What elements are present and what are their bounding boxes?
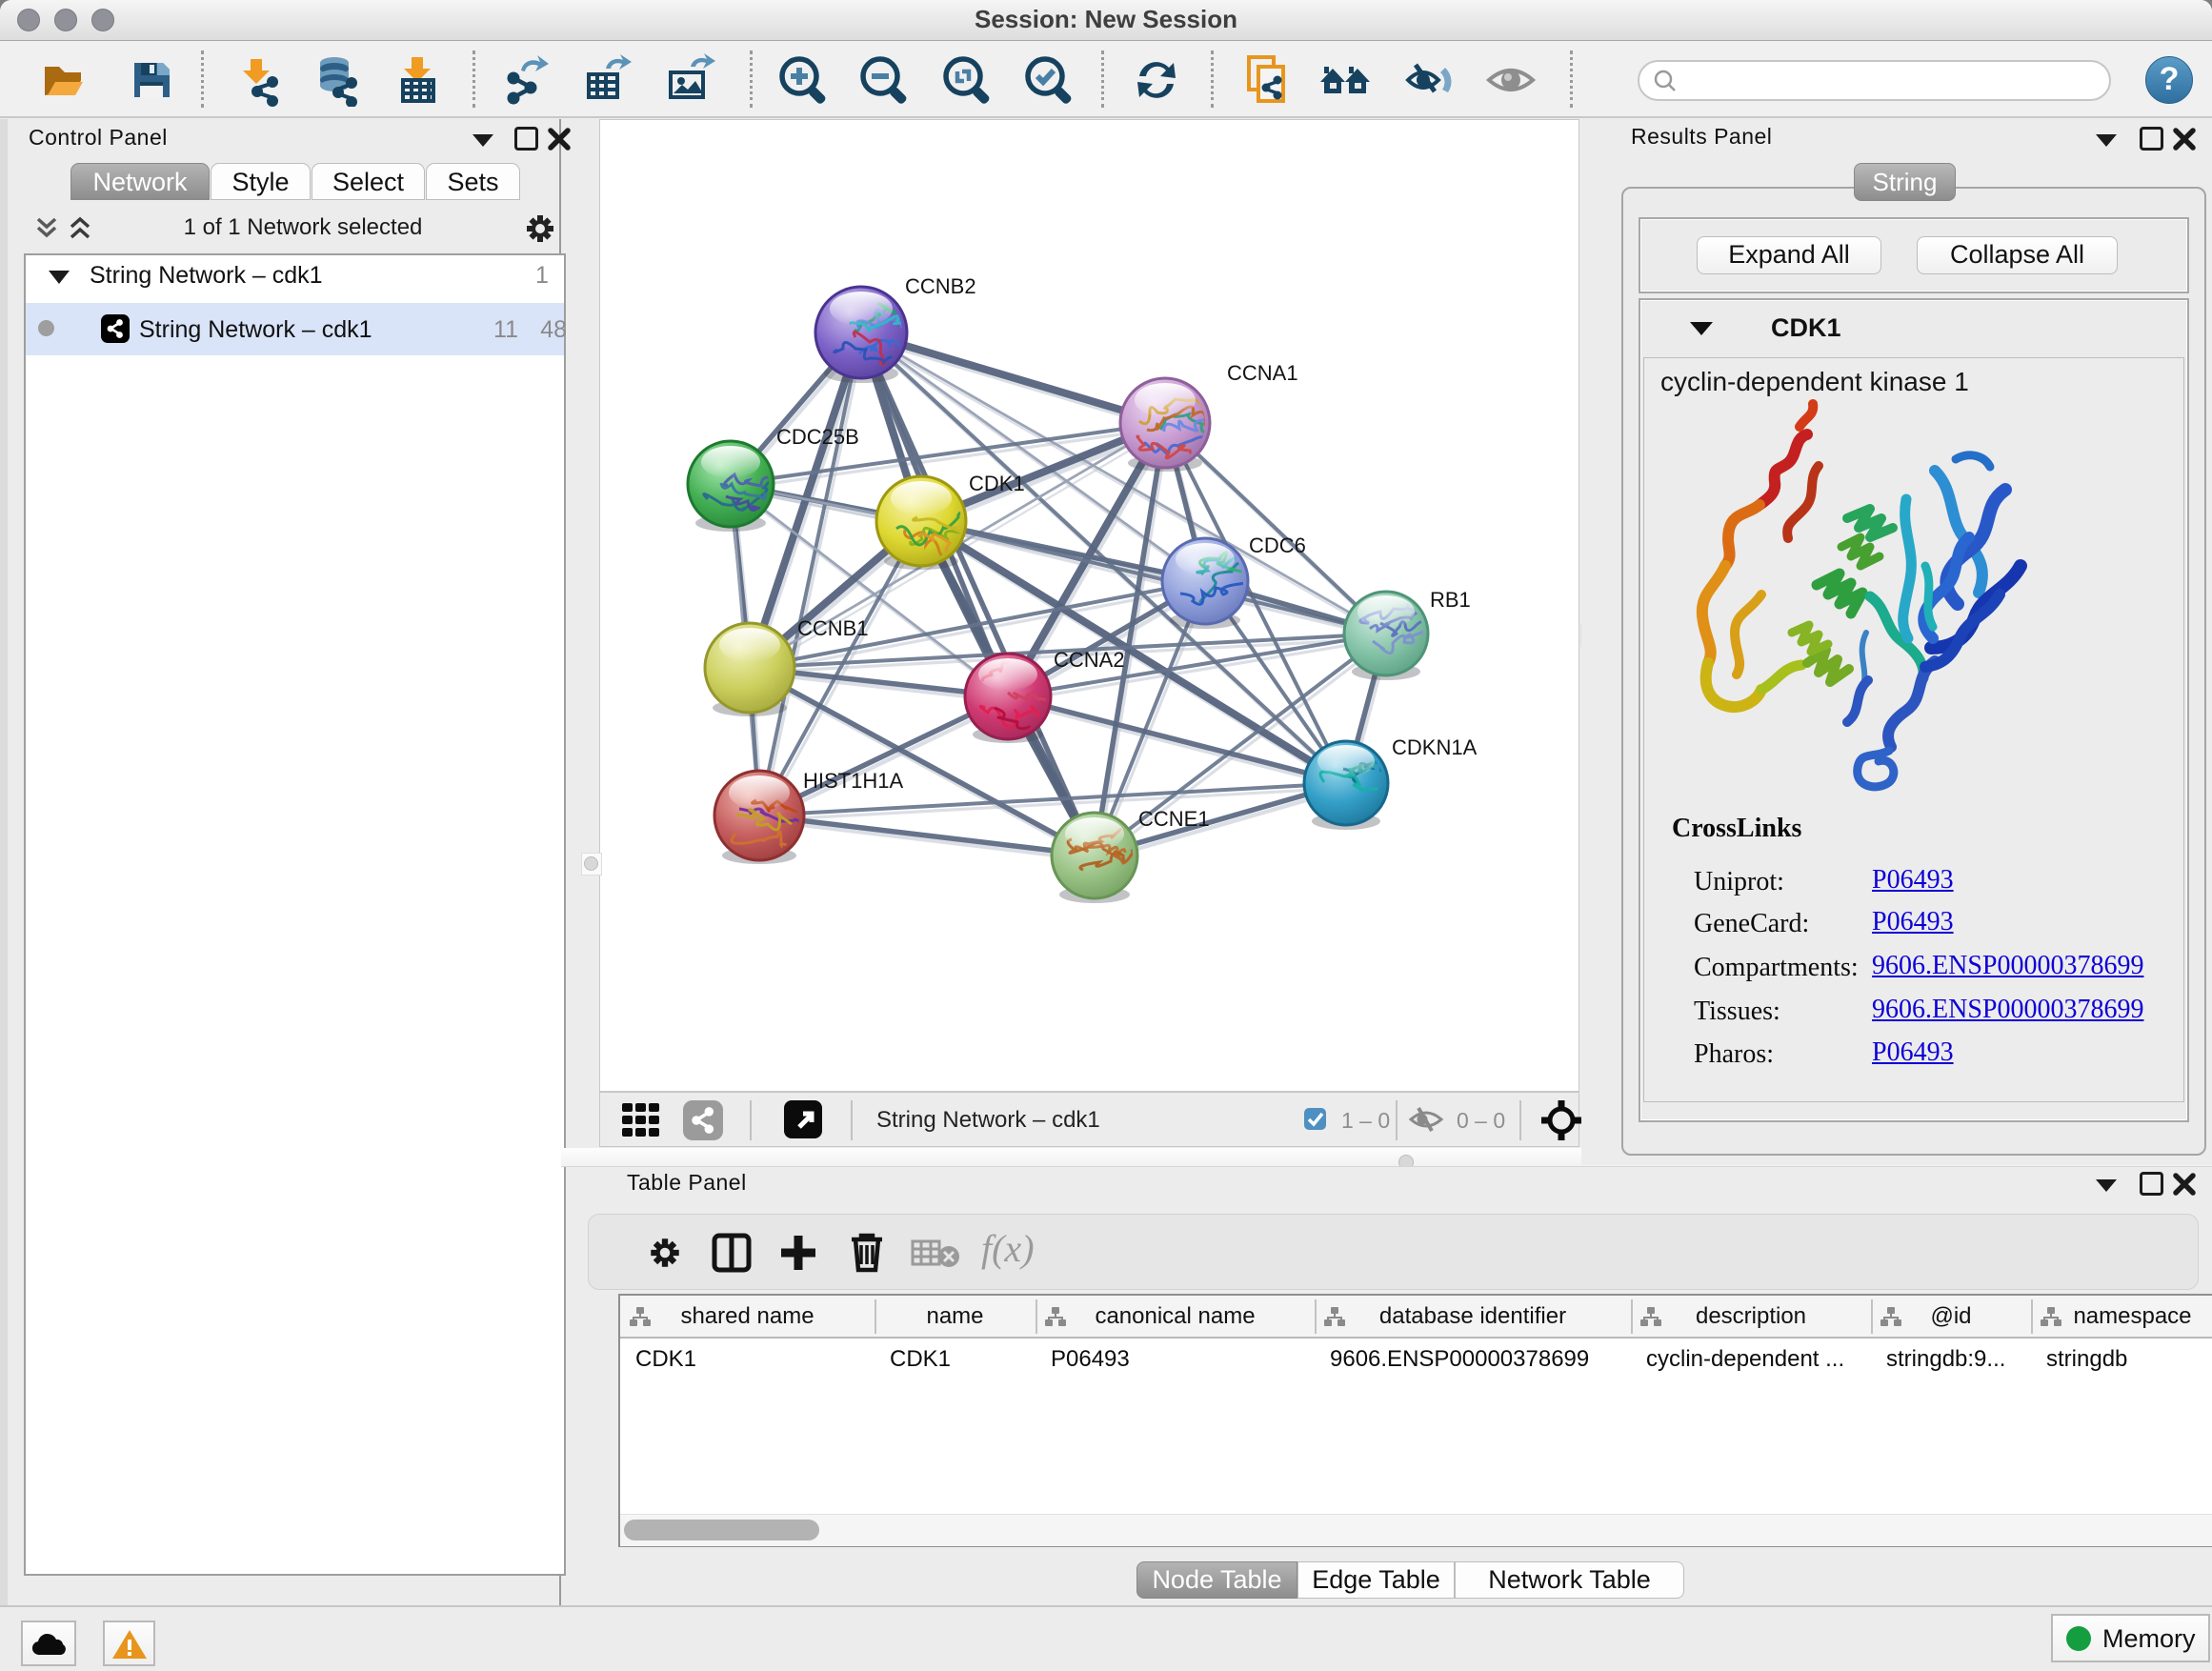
svg-text:CDC25B: CDC25B — [776, 425, 859, 449]
svg-text:CDC6: CDC6 — [1249, 534, 1306, 557]
svg-text:CCNE1: CCNE1 — [1138, 807, 1210, 831]
svg-text:CCNA1: CCNA1 — [1227, 361, 1298, 385]
svg-text:CCNB1: CCNB1 — [797, 616, 869, 640]
svg-text:CCNA2: CCNA2 — [1054, 648, 1125, 672]
svg-text:HIST1H1A: HIST1H1A — [803, 769, 903, 793]
svg-text:CCNB2: CCNB2 — [905, 274, 976, 298]
svg-text:CDK1: CDK1 — [969, 472, 1025, 495]
svg-text:CDKN1A: CDKN1A — [1392, 735, 1478, 759]
svg-text:RB1: RB1 — [1430, 588, 1471, 612]
